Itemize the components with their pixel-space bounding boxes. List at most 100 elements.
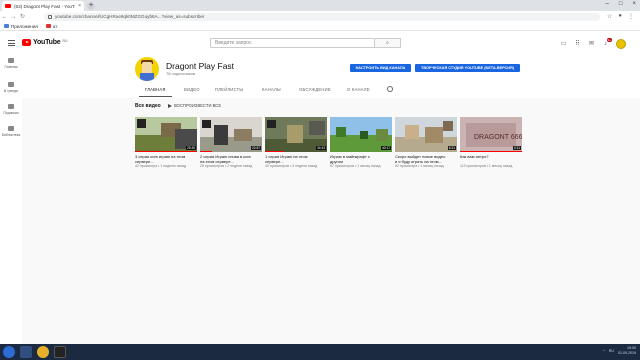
customize-channel-button[interactable]: НАСТРОИТЬ ВИД КАНАЛА: [350, 64, 411, 72]
library-icon: [8, 126, 14, 131]
reload-button[interactable]: ↻: [18, 13, 27, 20]
subscriber-count: 78 подписчиков: [166, 71, 196, 76]
video-title[interactable]: 2 серия Играю снова в ксгв на этом сервер…: [200, 154, 262, 164]
window-controls: – □ ×: [606, 1, 636, 7]
maximize-button[interactable]: □: [619, 1, 623, 7]
start-button[interactable]: [3, 346, 15, 358]
lock-icon: [48, 14, 52, 19]
video-thumbnail[interactable]: 34:43: [265, 117, 327, 152]
youtube-play-icon: [22, 39, 31, 46]
video-thumbnail[interactable]: 40:17: [330, 117, 392, 152]
apps-grid-icon: [4, 24, 9, 28]
video-title[interactable]: 3 серия ксгв играю на этом сервере...: [135, 154, 197, 164]
video-card[interactable]: DRAGONT 666 0:11 Как вам интро? 113 прос…: [460, 117, 522, 169]
video-meta: 113 просмотров • 1 месяц назад: [460, 164, 513, 168]
bookmark-at[interactable]: ат: [45, 24, 57, 29]
video-title[interactable]: Играю в майнкрафт с другом: [330, 154, 392, 164]
video-title[interactable]: 1 серия Играю на этом сервере...: [265, 154, 327, 164]
windows-taskbar: ^ RU 19:00 01.09.2019: [0, 344, 640, 360]
video-thumbnail[interactable]: DRAGONT 666 0:11: [460, 117, 522, 152]
channel-search-icon[interactable]: [387, 86, 393, 92]
tab-about[interactable]: О КАНАЛЕ: [347, 87, 370, 92]
url-field[interactable]: youtube.com/channel/UCgHRue9qk0MZGGuyb6A…: [44, 12, 600, 21]
video-card[interactable]: 22:57 2 серия Играю снова в ксгв на этом …: [200, 117, 262, 169]
video-card[interactable]: 29:35 3 серия ксгв играю на этом сервере.…: [135, 117, 197, 169]
watch-progress-bar: [265, 150, 284, 152]
video-title[interactable]: Как вам интро?: [460, 154, 522, 164]
sidebar-item-label: Главная: [4, 65, 18, 69]
tab-videos[interactable]: ВИДЕО: [184, 87, 200, 92]
minimize-button[interactable]: –: [606, 1, 609, 7]
back-button[interactable]: ←: [0, 14, 9, 20]
clock[interactable]: 19:00 01.09.2019: [618, 346, 636, 356]
subscriptions-icon: [8, 104, 14, 109]
logo-text: YouTube: [33, 39, 61, 46]
video-title[interactable]: Скоро выйдет новое видео и я буду играть …: [395, 154, 457, 164]
media-app-icon[interactable]: [54, 346, 66, 358]
forward-button[interactable]: →: [9, 14, 18, 20]
tab-home[interactable]: ГЛАВНАЯ: [145, 87, 166, 92]
tab-channels[interactable]: КАНАЛЫ: [262, 87, 281, 92]
video-thumbnail[interactable]: 29:35: [135, 117, 197, 152]
hamburger-menu-icon[interactable]: [8, 40, 15, 46]
video-card[interactable]: 34:43 1 серия Играю на этом сервере... 40…: [265, 117, 327, 169]
youtube-bookmark-icon: [45, 24, 51, 28]
close-window-button[interactable]: ×: [632, 1, 636, 7]
steam-app-icon[interactable]: [20, 346, 32, 358]
video-thumbnail[interactable]: 22:57: [200, 117, 262, 152]
play-all-button[interactable]: ВОСПРОИЗВЕСТИ ВСЕ: [168, 103, 221, 108]
browser-tab-strip: (63) Dragont Play Fast - YouTube × + – □…: [0, 0, 640, 11]
home-icon: [8, 58, 14, 63]
language-indicator[interactable]: RU: [609, 349, 614, 353]
menu-dots-icon[interactable]: ⋮: [628, 13, 634, 20]
sidebar-item-label: Библиотека: [1, 133, 21, 137]
sidebar-item-label: В тренде: [3, 89, 19, 93]
sidebar-item-library[interactable]: Библиотека: [0, 126, 22, 137]
account-avatar[interactable]: [616, 39, 626, 49]
tab-close-icon[interactable]: ×: [78, 3, 81, 9]
notifications-bell-icon[interactable]: ♪ 9+: [602, 38, 612, 47]
channel-avatar[interactable]: [135, 57, 159, 81]
apps-icon[interactable]: ⠿: [574, 41, 581, 47]
video-card[interactable]: 6:31 Скоро выйдет новое видео и я буду иг…: [395, 117, 457, 169]
video-duration: 40:17: [381, 146, 391, 150]
video-duration: 0:11: [513, 146, 521, 150]
video-meta: 40 просмотров • 2 недели назад: [265, 164, 318, 168]
search-icon: ⌕: [386, 40, 389, 46]
sidebar-item-trending[interactable]: В тренде: [0, 82, 22, 93]
search-input[interactable]: Введите запрос: [210, 38, 375, 48]
sidebar-item-subscriptions[interactable]: Подписки: [0, 104, 22, 115]
play-icon: [168, 103, 172, 108]
video-duration: 29:35: [186, 146, 196, 150]
chrome-app-icon[interactable]: [37, 346, 49, 358]
browser-actions: ☆ ● ⋮: [607, 13, 634, 20]
channel-page: Dragont Play Fast 78 подписчиков НАСТРОИ…: [22, 54, 640, 344]
new-tab-button[interactable]: +: [87, 2, 95, 10]
browser-tab[interactable]: (63) Dragont Play Fast - YouTube ×: [2, 1, 84, 11]
bookmarks-bar: Приложения ат: [0, 22, 640, 31]
youtube-studio-button[interactable]: ТВОРЧЕСКАЯ СТУДИЯ YOUTUBE (БЕТА-ВЕРСИЯ): [415, 64, 520, 72]
tray-arrow-icon[interactable]: ^: [603, 349, 605, 353]
video-thumbnail[interactable]: 6:31: [395, 117, 457, 152]
search-button[interactable]: ⌕: [375, 38, 401, 48]
messages-icon[interactable]: ✉: [588, 41, 595, 47]
video-duration: 34:43: [316, 146, 326, 150]
profile-icon[interactable]: ●: [618, 13, 622, 20]
active-tab-indicator: [139, 96, 172, 97]
notification-count: 9+: [606, 38, 612, 42]
video-meta: 29 просмотров • 2 недели назад: [200, 164, 253, 168]
star-icon[interactable]: ☆: [607, 13, 612, 20]
section-title[interactable]: Все видео: [135, 103, 161, 109]
video-card[interactable]: 40:17 Играю в майнкрафт с другом 67 просм…: [330, 117, 392, 169]
tab-discussion[interactable]: ОБСУЖДЕНИЕ: [299, 87, 331, 92]
guide-sidebar: Главная В тренде Подписки Библиотека: [0, 54, 22, 344]
video-meta: 52 просмотра • 1 месяц назад: [395, 164, 444, 168]
upload-video-icon[interactable]: ▭: [560, 41, 567, 47]
video-duration: 6:31: [447, 146, 456, 150]
sidebar-item-home[interactable]: Главная: [0, 58, 22, 69]
flame-icon: [8, 82, 14, 87]
channel-tabs: ГЛАВНАЯ ВИДЕО ПЛЕЙЛИСТЫ КАНАЛЫ ОБСУЖДЕНИ…: [22, 83, 640, 98]
youtube-logo[interactable]: YouTube RU: [22, 39, 68, 46]
tab-playlists[interactable]: ПЛЕЙЛИСТЫ: [215, 87, 243, 92]
bookmark-apps[interactable]: Приложения: [4, 24, 38, 29]
